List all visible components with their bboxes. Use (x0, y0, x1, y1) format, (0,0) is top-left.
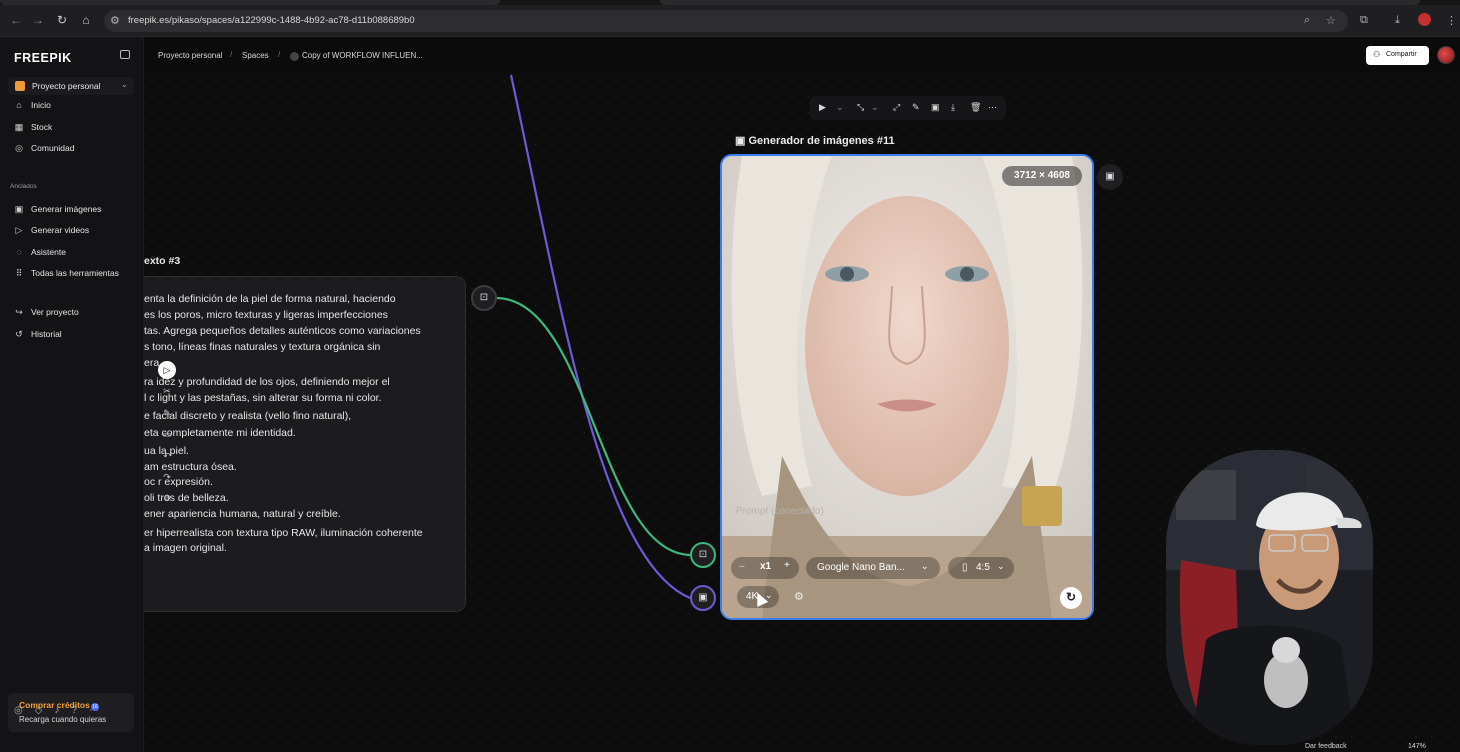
run-icon[interactable]: ▶ (819, 102, 826, 113)
webcam-overlay (1166, 450, 1373, 745)
crop-icon[interactable]: ▣ (931, 102, 940, 113)
decrement-button[interactable]: – (739, 561, 745, 572)
count-value: x1 (760, 561, 772, 572)
regenerate-button[interactable]: ↻ (1060, 587, 1082, 609)
pen-icon[interactable]: ✎ (158, 404, 176, 422)
chevron-down-icon[interactable]: ⌄ (871, 102, 879, 113)
count-stepper[interactable]: – x1 + (731, 557, 799, 579)
chevron-down-icon[interactable]: ⌄ (836, 102, 844, 113)
feedback-label: Dar feedback (1305, 743, 1347, 750)
settings-icon[interactable]: ⚙ (794, 590, 804, 603)
text-node-icon: ⊡ (479, 292, 489, 303)
play-icon[interactable]: ▷ (158, 361, 176, 379)
image-icon: ▣ (1105, 171, 1115, 182)
prompt-input-handle[interactable]: ⊡ (690, 542, 716, 568)
model-select[interactable]: Google Nano Ban... ⌄ (806, 557, 940, 579)
model-value: Google Nano Ban... (817, 562, 905, 573)
increment-button[interactable]: + (784, 560, 790, 571)
more-icon[interactable]: ⋯ (988, 102, 997, 113)
aspect-icon: ▯ (962, 562, 968, 573)
edit-image-icon[interactable]: ✎ (912, 102, 920, 113)
image-node-card[interactable] (720, 154, 1094, 620)
feedback-link[interactable]: Dar feedback (1305, 743, 1347, 750)
redo-icon[interactable]: ↷ (158, 468, 176, 486)
connect-icon[interactable]: ⤡ (857, 102, 864, 113)
zoom-level[interactable]: 147% (1408, 743, 1426, 750)
image-node-title[interactable]: ▣ Generador de imágenes #11 (735, 134, 895, 147)
download-icon[interactable]: ⤓ (951, 102, 955, 113)
edge-green (496, 296, 691, 557)
edge-purple (509, 74, 691, 600)
text-line: ener apariencia humana, natural y creíbl… (144, 508, 341, 520)
text-line: er hiperrealista con textura tipo RAW, i… (144, 527, 423, 539)
text-line: tas. Agrega pequeños detalles auténticos… (144, 325, 421, 337)
text-output-handle[interactable]: ⊡ (471, 285, 497, 311)
image-dimensions-badge: 3712 × 4608 (1002, 166, 1082, 186)
image-output-handle[interactable]: ▣ (1097, 164, 1123, 190)
text-line: enta la definición de la piel de forma n… (144, 293, 396, 305)
refresh-icon: ↻ (1065, 590, 1077, 604)
image-icon: ▣ (698, 592, 708, 603)
chevron-down-icon: ⌄ (997, 561, 1005, 571)
expand-icon[interactable]: ⤢ (893, 102, 900, 113)
image-node-title-text: Generador de imágenes #11 (748, 135, 895, 147)
text-node-title[interactable]: exto #3 (144, 255, 180, 267)
scissors-icon[interactable]: ✂ (158, 382, 176, 400)
aspect-value: 4:5 (976, 562, 990, 573)
generated-portrait-image (722, 156, 1092, 618)
comment-icon[interactable]: ▭ (158, 425, 176, 443)
text-line: a imagen original. (144, 542, 227, 554)
text-line: s tono, líneas finas naturales y textura… (144, 341, 381, 353)
image-input-handle[interactable]: ▣ (690, 585, 716, 611)
trash-icon[interactable]: 🗑 (970, 102, 981, 113)
text-line: es los poros, micro texturas y ligeras i… (144, 309, 388, 321)
settings-icon[interactable]: ⚙ (158, 489, 176, 507)
prompt-input[interactable]: Prompt (conectado) (736, 506, 824, 517)
undo-icon[interactable]: ↶ (158, 447, 176, 465)
webcam-presenter-image (1166, 450, 1373, 745)
text-format-toolbar: ▷ ✂ ✎ ▭ ↶ ↷ ⚙ (154, 358, 180, 508)
chevron-down-icon: ⌄ (921, 561, 929, 571)
text-line: ra idez y profundidad de los ojos, defin… (144, 376, 390, 388)
image-icon: ▣ (735, 135, 749, 147)
aspect-ratio-select[interactable]: ▯ 4:5 ⌄ (948, 557, 1014, 579)
node-toolbar: ▶ ⌄ ⤡ ⌄ ⤢ ✎ ▣ ⤓ 🗑 ⋯ (810, 96, 1006, 120)
text-node-icon: ⊡ (698, 549, 708, 560)
